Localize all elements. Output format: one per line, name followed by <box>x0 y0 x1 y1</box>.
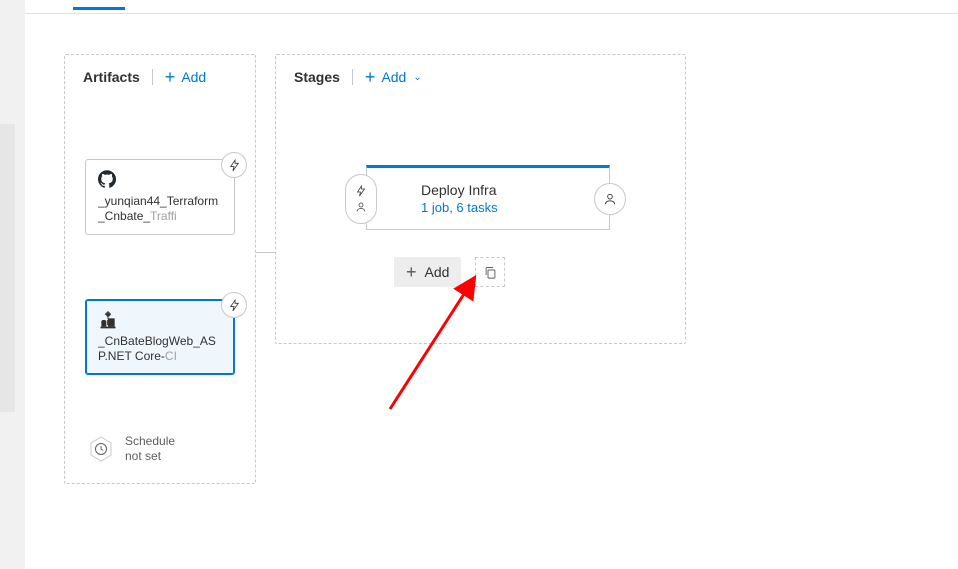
stage-card[interactable]: Deploy Infra 1 job, 6 tasks <box>366 165 610 230</box>
build-icon <box>98 310 116 328</box>
clock-hex-icon <box>87 435 115 463</box>
artifact-trigger-button[interactable] <box>221 292 247 318</box>
tab-strip <box>25 0 958 14</box>
artifact-name: _yunqian44_Terraform_Cnbate_Traffi <box>98 194 224 224</box>
pipeline-canvas: Artifacts + Add _yunqian44_Terraform_Cnb… <box>64 54 938 500</box>
add-stage-below-label: Add <box>425 264 450 280</box>
clone-stage-button[interactable] <box>475 257 505 287</box>
add-stage-label: Add <box>381 69 406 85</box>
divider <box>152 69 153 85</box>
chevron-down-icon: ⌄ <box>413 72 421 83</box>
active-tab-indicator <box>73 7 125 10</box>
artifacts-panel-header: Artifacts + Add <box>65 55 255 91</box>
lightning-icon <box>355 185 367 197</box>
pre-deployment-conditions[interactable] <box>345 174 377 224</box>
artifact-card[interactable]: _CnBateBlogWeb_ASP.NET Core-CI <box>85 299 235 375</box>
release-pipeline-editor: Artifacts + Add _yunqian44_Terraform_Cnb… <box>0 0 958 569</box>
add-stage-dropdown[interactable]: + Add ⌄ <box>365 69 422 85</box>
stages-title: Stages <box>294 69 340 85</box>
artifact-card[interactable]: _yunqian44_Terraform_Cnbate_Traffi <box>85 159 235 235</box>
github-icon <box>98 170 116 188</box>
lightning-icon <box>228 299 241 312</box>
artifact-name: _CnBateBlogWeb_ASP.NET Core-CI <box>98 334 224 364</box>
left-sidebar-stub <box>0 0 25 569</box>
schedule-trigger[interactable]: Schedule not set <box>87 434 175 463</box>
left-sidebar-thumb <box>0 124 15 412</box>
stage-add-row: + Add <box>394 257 505 287</box>
post-deployment-conditions[interactable] <box>594 183 626 215</box>
stage-title: Deploy Infra <box>421 182 563 198</box>
copy-icon <box>483 265 498 280</box>
person-icon <box>355 201 367 213</box>
artifacts-panel: Artifacts + Add _yunqian44_Terraform_Cnb… <box>64 54 256 484</box>
plus-icon: + <box>365 70 376 84</box>
add-artifact-label: Add <box>181 69 206 85</box>
divider <box>352 69 353 85</box>
add-stage-below-button[interactable]: + Add <box>394 257 461 287</box>
person-icon <box>603 192 617 206</box>
stages-panel-header: Stages + Add ⌄ <box>276 55 685 91</box>
artifacts-title: Artifacts <box>83 69 140 85</box>
stages-panel: Stages + Add ⌄ Deploy Infra 1 job, 6 <box>275 54 686 344</box>
plus-icon: + <box>406 265 417 279</box>
stage-tasks-link[interactable]: 1 job, 6 tasks <box>421 200 563 215</box>
artifact-trigger-button[interactable] <box>221 152 247 178</box>
plus-icon: + <box>165 70 176 84</box>
add-artifact-button[interactable]: + Add <box>165 69 206 85</box>
schedule-label: Schedule not set <box>125 434 175 463</box>
lightning-icon <box>228 159 241 172</box>
